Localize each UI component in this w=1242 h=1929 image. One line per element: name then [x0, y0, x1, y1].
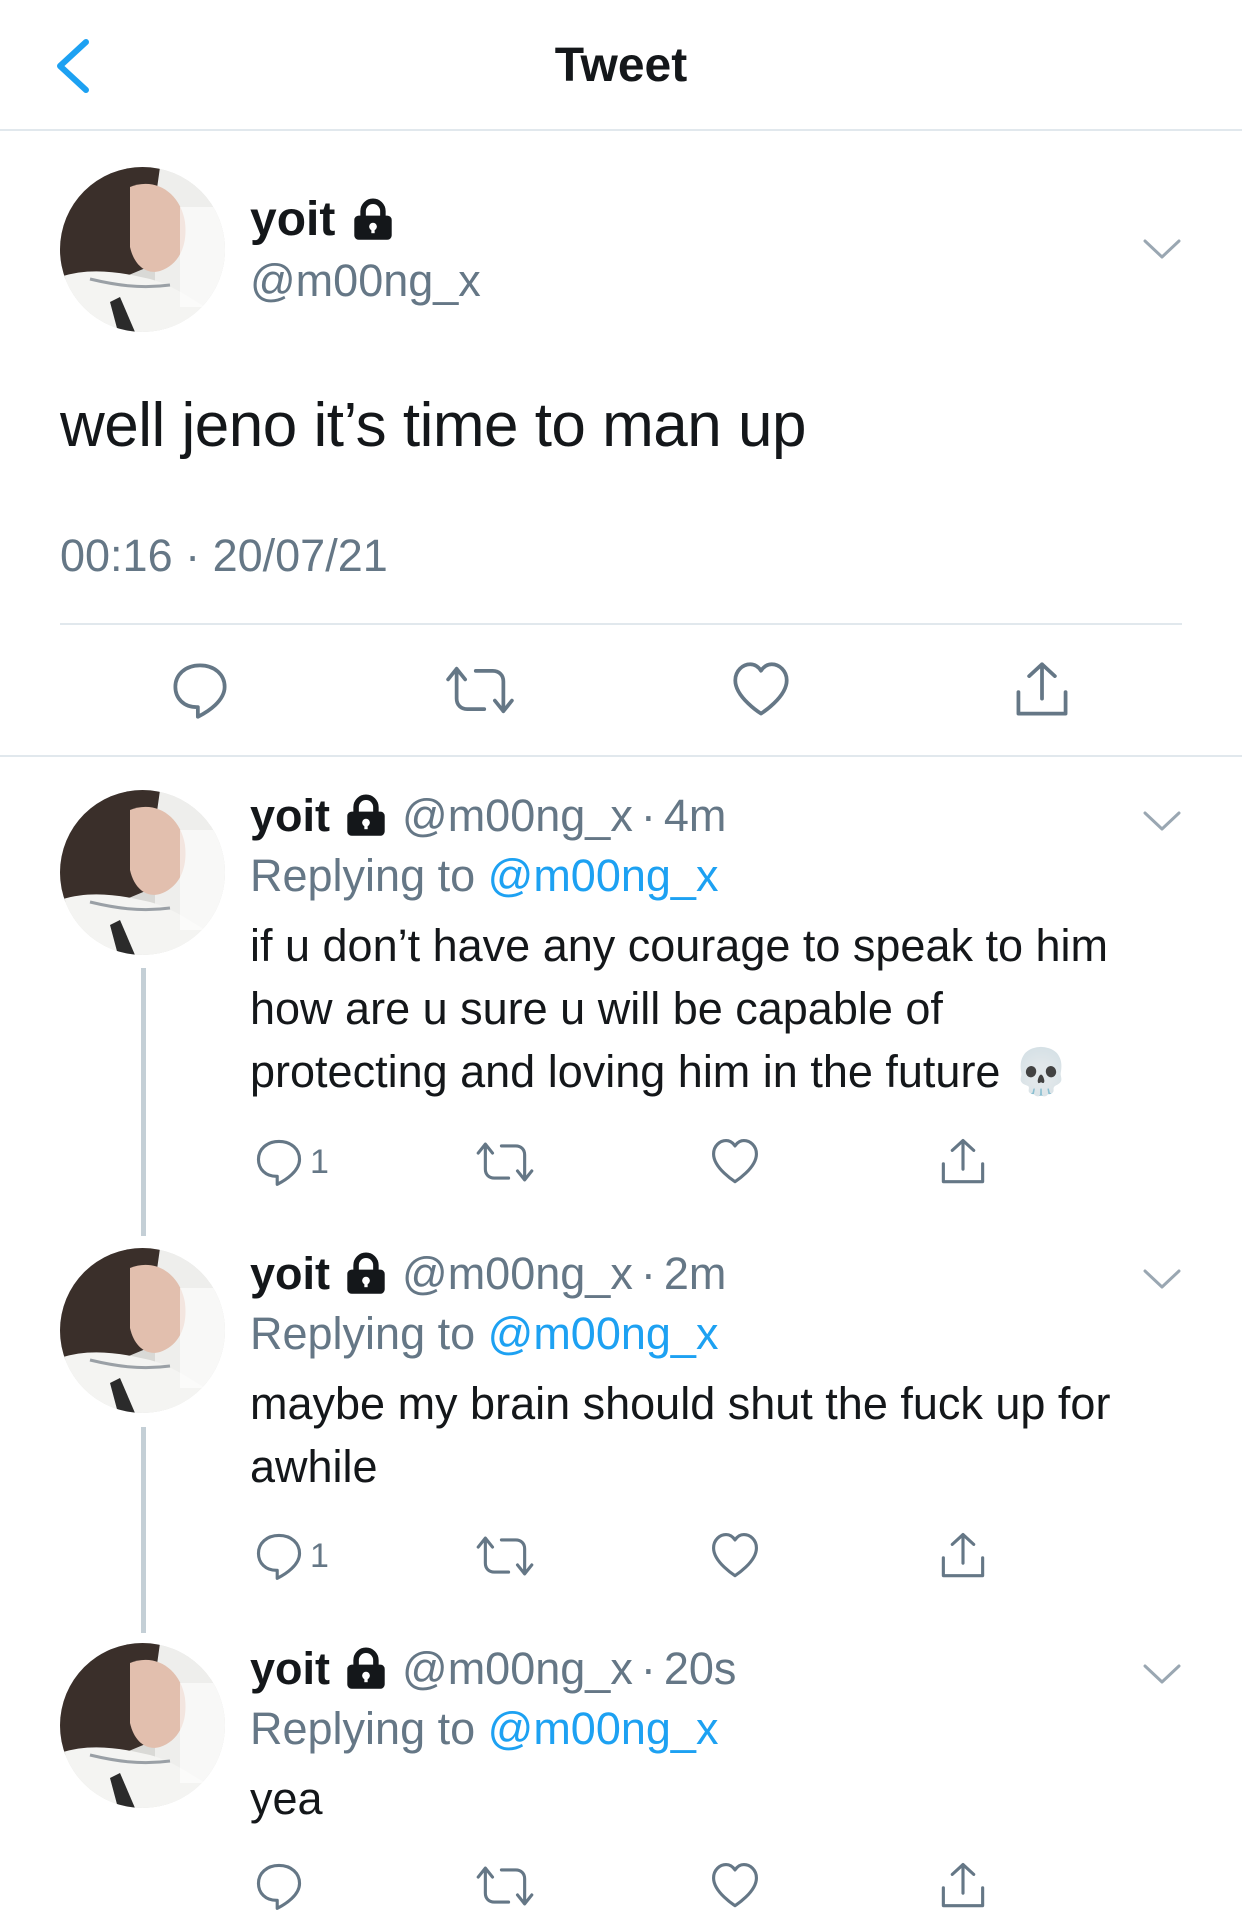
- mention-link[interactable]: @m00ng_x: [488, 1703, 719, 1754]
- retweet-icon[interactable]: [446, 660, 514, 720]
- reply-header: yoit @m00ng_x · 2m: [250, 1248, 726, 1300]
- reply-header: yoit @m00ng_x · 20s: [250, 1643, 736, 1695]
- author-display-name[interactable]: yoit: [250, 790, 330, 842]
- tweet-text: maybe my brain should shut the fuck up f…: [250, 1378, 1111, 1492]
- reply-count: 1: [310, 1142, 329, 1181]
- divider: [60, 623, 1182, 625]
- lock-icon: [351, 198, 395, 242]
- author-handle[interactable]: @m00ng_x: [402, 1643, 633, 1695]
- mention-link[interactable]: @m00ng_x: [488, 1308, 719, 1359]
- author-display-name: yoit: [250, 193, 336, 246]
- like-button[interactable]: [710, 1134, 760, 1190]
- share-icon: [938, 1861, 988, 1911]
- avatar[interactable]: [60, 1248, 225, 1413]
- share-button[interactable]: [938, 1528, 988, 1584]
- thread-line: [141, 968, 146, 1236]
- replying-to: Replying to @m00ng_x: [250, 1703, 718, 1755]
- separator-dot: ·: [640, 790, 656, 841]
- tweet-text: well jeno it’s time to man up: [60, 391, 806, 460]
- share-icon[interactable]: [1012, 660, 1072, 720]
- chevron-down-icon[interactable]: [1142, 238, 1182, 262]
- reply-button[interactable]: 1: [254, 1528, 329, 1584]
- tweet-age: 2m: [663, 1248, 727, 1299]
- tweet-actions: 1: [0, 1134, 1242, 1190]
- share-button[interactable]: [938, 1134, 988, 1190]
- retweet-icon: [476, 1137, 534, 1187]
- tweet-actions: [0, 660, 1242, 720]
- retweet-button[interactable]: [476, 1858, 534, 1914]
- chevron-down-icon[interactable]: [1142, 1268, 1182, 1292]
- author-handle[interactable]: @m00ng_x: [402, 790, 633, 842]
- replying-to: Replying to @m00ng_x: [250, 1308, 718, 1360]
- avatar[interactable]: [60, 790, 225, 955]
- lock-icon: [344, 1252, 388, 1296]
- share-icon: [938, 1531, 988, 1581]
- reply-count: 1: [310, 1536, 329, 1575]
- reply-header: yoit @m00ng_x · 4m: [250, 790, 726, 842]
- author-handle[interactable]: @m00ng_x: [250, 255, 481, 307]
- like-button[interactable]: [710, 1858, 760, 1914]
- tweet-timestamp[interactable]: 00:16 · 20/07/21: [60, 530, 388, 582]
- reply-icon: [254, 1861, 304, 1911]
- divider: [0, 755, 1242, 757]
- separator-dot: ·: [640, 1248, 656, 1299]
- retweet-icon: [476, 1531, 534, 1581]
- like-icon: [710, 1861, 760, 1911]
- author-display-name[interactable]: yoit: [250, 1643, 330, 1695]
- separator-dot: ·: [640, 1643, 656, 1694]
- tweet-actions: 1: [0, 1528, 1242, 1584]
- like-button[interactable]: [710, 1528, 760, 1584]
- chevron-down-icon[interactable]: [1142, 810, 1182, 834]
- author-handle[interactable]: @m00ng_x: [402, 1248, 633, 1300]
- replying-prefix: Replying to: [250, 850, 488, 901]
- tweet-age: 4m: [663, 790, 727, 841]
- tweet-text: yea: [250, 1773, 323, 1824]
- replying-prefix: Replying to: [250, 1308, 488, 1359]
- author-display-name[interactable]: yoit: [250, 1248, 330, 1300]
- reply-icon: [254, 1137, 304, 1187]
- like-icon: [710, 1531, 760, 1581]
- reply-button[interactable]: [254, 1858, 304, 1914]
- retweet-button[interactable]: [476, 1134, 534, 1190]
- mention-link[interactable]: @m00ng_x: [488, 850, 719, 901]
- author-name[interactable]: yoit: [250, 192, 395, 247]
- retweet-icon: [476, 1861, 534, 1911]
- reply-button[interactable]: 1: [254, 1134, 329, 1190]
- tweet-text: if u don’t have any courage to speak to …: [250, 920, 1109, 1097]
- reply-icon[interactable]: [170, 660, 230, 720]
- avatar[interactable]: [60, 167, 225, 332]
- retweet-button[interactable]: [476, 1528, 534, 1584]
- like-icon: [710, 1137, 760, 1187]
- tweet-actions: [0, 1858, 1242, 1914]
- share-icon: [938, 1137, 988, 1187]
- replying-prefix: Replying to: [250, 1703, 488, 1754]
- top-bar: Tweet: [0, 0, 1242, 131]
- lock-icon: [344, 1647, 388, 1691]
- share-button[interactable]: [938, 1858, 988, 1914]
- avatar[interactable]: [60, 1643, 225, 1808]
- page-title: Tweet: [554, 39, 688, 92]
- tweet-age: 20s: [663, 1643, 737, 1694]
- like-icon[interactable]: [731, 660, 791, 720]
- chevron-down-icon[interactable]: [1142, 1663, 1182, 1687]
- lock-icon: [344, 794, 388, 838]
- reply-icon: [254, 1531, 304, 1581]
- replying-to: Replying to @m00ng_x: [250, 850, 718, 902]
